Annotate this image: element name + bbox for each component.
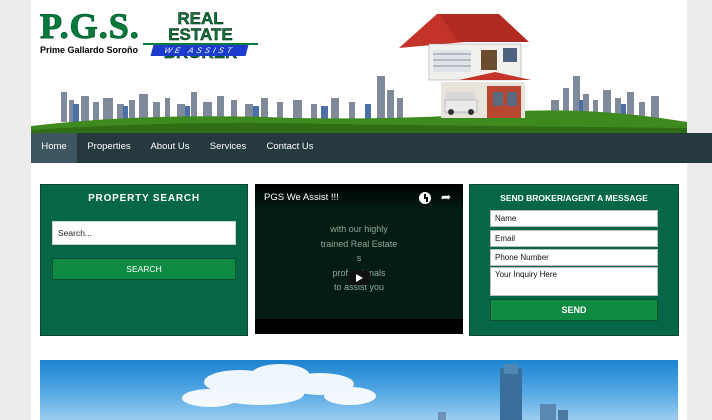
main-content: PROPERTY SEARCH Search... SEARCH PGS We … [31, 163, 687, 420]
property-search-title: PROPERTY SEARCH [88, 193, 200, 204]
nav-properties[interactable]: Properties [81, 133, 137, 163]
play-icon[interactable] [348, 271, 370, 285]
logo-title-line1: REAL ESTATE [143, 10, 258, 45]
video-title[interactable]: PGS We Assist !!! [264, 192, 339, 203]
house-illustration [399, 14, 531, 118]
main-nav: Home Properties About Us Services Contac… [31, 133, 712, 163]
header-banner: P.G.S. REAL ESTATE BROKER Prime Gallardo… [31, 0, 687, 133]
video-player[interactable]: PGS We Assist !!! ➦ with our highly trai… [255, 184, 463, 334]
video-caption-line: trained Real Estate [320, 238, 398, 249]
city-photo-illustration [182, 364, 568, 420]
watch-later-icon[interactable] [419, 192, 431, 204]
logo-tagline: WE ASSIST [150, 45, 249, 56]
message-form-title: SEND BROKER/AGENT A MESSAGE [500, 193, 648, 203]
phone-field[interactable]: Phone Number [490, 249, 658, 266]
inquiry-field[interactable]: Your Inquiry Here [490, 267, 658, 296]
nav-contact-us[interactable]: Contact Us [260, 133, 320, 163]
share-icon[interactable]: ➦ [441, 190, 451, 204]
video-footer [255, 319, 463, 334]
property-search-panel: PROPERTY SEARCH Search... SEARCH [40, 184, 248, 336]
city-photo-banner [40, 360, 678, 420]
logo-owner-name: Prime Gallardo Soroño [40, 45, 139, 55]
video-caption-line: with our highly [330, 224, 388, 234]
nav-about-us[interactable]: About Us [144, 133, 196, 163]
nav-home[interactable]: Home [31, 133, 77, 163]
logo-initials: P.G.S. [40, 6, 140, 46]
video-caption-line: s [356, 253, 362, 263]
name-field[interactable]: Name [490, 210, 658, 227]
nav-services[interactable]: Services [202, 133, 254, 163]
email-field[interactable]: Email [490, 230, 658, 247]
search-input[interactable]: Search... [52, 221, 236, 245]
search-button[interactable]: SEARCH [52, 258, 236, 280]
city-skyline-illustration [31, 76, 687, 133]
send-button[interactable]: SEND [490, 299, 658, 321]
message-form-panel: SEND BROKER/AGENT A MESSAGE Name Email P… [469, 184, 679, 336]
